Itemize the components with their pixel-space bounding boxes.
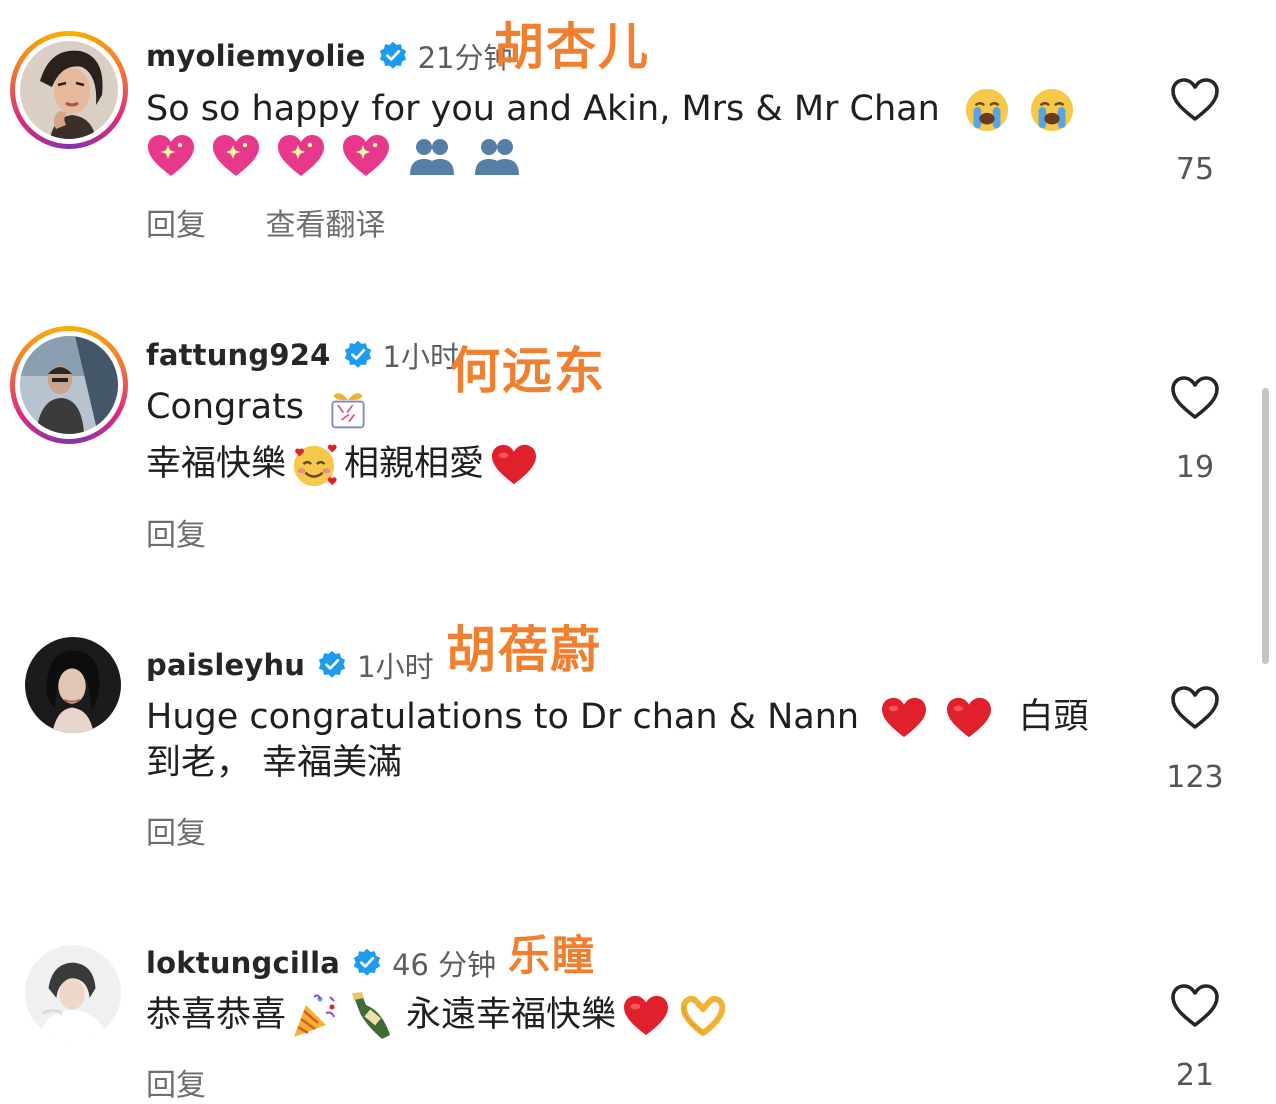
verified-badge-icon: [352, 948, 382, 978]
champagne-bottle-icon: [348, 991, 398, 1041]
comment-header: fattung924 1小时: [146, 334, 459, 376]
verified-badge-icon: [378, 41, 408, 71]
heart-outline-icon[interactable]: [1170, 375, 1220, 421]
comment-text-line: 幸福快樂: [146, 444, 287, 484]
translate-button[interactable]: 查看翻译: [266, 208, 386, 243]
like-count: 123: [1166, 760, 1224, 795]
avatar[interactable]: [10, 31, 128, 149]
username[interactable]: fattung924: [146, 338, 331, 372]
username[interactable]: loktungcilla: [146, 946, 340, 980]
comment-text: 幸福快樂 相親相愛: [146, 437, 538, 491]
avatar-image: [20, 336, 118, 434]
heart-outline-icon[interactable]: [1170, 77, 1220, 123]
sparkling-heart-icon: [276, 133, 326, 179]
red-heart-icon: [945, 696, 993, 740]
like-count: 19: [1175, 450, 1215, 485]
avatar[interactable]: [14, 626, 132, 744]
comment-actions: 回复: [146, 1060, 256, 1104]
reply-button[interactable]: 回复: [146, 1068, 206, 1103]
avatar-image: [25, 945, 121, 1041]
comment-actions: 回复 查看翻译: [146, 200, 436, 244]
avatar[interactable]: [14, 934, 132, 1052]
busts-icon: [407, 133, 457, 179]
party-popper-icon: [290, 991, 340, 1041]
smiling-face-with-hearts-icon: [290, 441, 338, 489]
comment-time: 1小时: [382, 340, 459, 374]
sparkling-heart-icon: [211, 133, 261, 179]
like-count: 75: [1175, 152, 1215, 187]
username[interactable]: paisleyhu: [146, 648, 305, 682]
comment-emoji-line: [146, 128, 522, 182]
busts-icon: [472, 133, 522, 179]
gift-icon: [325, 385, 371, 431]
comment-header: myoliemyolie 21分钟: [146, 35, 513, 77]
loudly-crying-face-icon: [963, 86, 1011, 134]
comment-text-line: 相親相愛: [344, 444, 485, 484]
heart-outline-icon[interactable]: [1170, 685, 1220, 731]
avatar-image: [25, 637, 121, 733]
scrollbar[interactable]: [1262, 388, 1269, 664]
red-heart-icon: [490, 443, 538, 487]
comment-time: 1小时: [357, 650, 434, 684]
reply-button[interactable]: 回复: [146, 518, 206, 553]
reply-button[interactable]: 回复: [146, 208, 206, 243]
comment-text-line: 白頭: [1018, 697, 1089, 737]
red-heart-icon: [622, 994, 670, 1038]
comment-header: loktungcilla 46 分钟: [146, 942, 496, 984]
sparkling-heart-icon: [341, 133, 391, 179]
comment-actions: 回复: [146, 808, 256, 852]
comment-text-line: 永遠幸福快樂: [406, 995, 617, 1035]
comment-text-line: Congrats: [146, 387, 305, 427]
comment-text-line: So so happy for you and Akin, Mrs & Mr C…: [146, 89, 940, 129]
comment-text-line: 恭喜恭喜: [146, 995, 287, 1035]
red-heart-icon: [880, 696, 928, 740]
overlay-annotation: 何远东: [450, 342, 606, 400]
like-count: 21: [1175, 1058, 1215, 1093]
loudly-crying-face-icon: [1028, 86, 1076, 134]
overlay-annotation: 胡杏儿: [494, 18, 650, 76]
username[interactable]: myoliemyolie: [146, 39, 366, 73]
avatar-image: [20, 41, 118, 139]
heart-hands-icon: [678, 993, 728, 1039]
comment-actions: 回复: [146, 510, 256, 554]
reply-button[interactable]: 回复: [146, 816, 206, 851]
heart-outline-icon[interactable]: [1170, 983, 1220, 1029]
verified-badge-icon: [343, 340, 373, 370]
avatar[interactable]: [10, 326, 128, 444]
comment-header: paisleyhu 1小时: [146, 644, 434, 686]
comment-text: 恭喜恭喜 永遠幸福快樂: [146, 988, 728, 1042]
overlay-annotation: 胡蓓蔚: [446, 621, 602, 679]
comment-text-line: Huge congratulations to Dr chan & Nann: [146, 697, 860, 737]
comment-time: 46 分钟: [392, 948, 497, 982]
overlay-annotation: 乐瞳: [508, 931, 597, 980]
sparkling-heart-icon: [146, 133, 196, 179]
comment-text-line: 到老， 幸福美滿: [146, 743, 403, 783]
comment-text: Congrats: [146, 380, 371, 434]
verified-badge-icon: [317, 650, 347, 680]
